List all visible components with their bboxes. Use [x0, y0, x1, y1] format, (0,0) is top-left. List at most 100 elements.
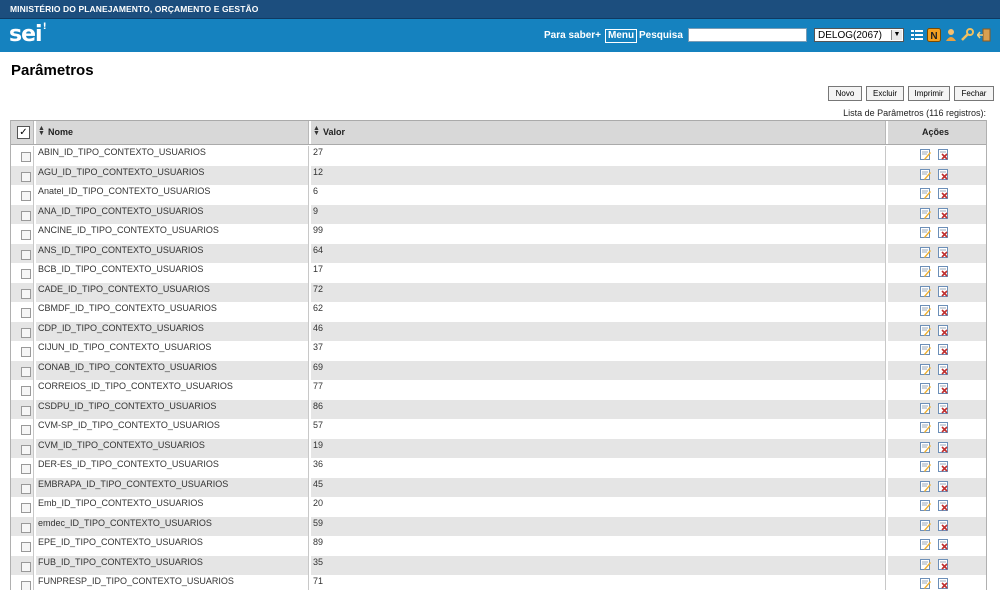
top-navbar: sei! Para saber+ Menu Pesquisa DELOG(206…: [0, 19, 1000, 52]
delete-icon[interactable]: [938, 363, 949, 375]
edit-icon[interactable]: [920, 168, 931, 180]
row-checkbox[interactable]: [21, 152, 31, 162]
edit-icon[interactable]: [920, 539, 931, 550]
edit-icon[interactable]: [920, 461, 931, 472]
delete-icon[interactable]: [938, 441, 949, 453]
row-checkbox[interactable]: [21, 386, 31, 396]
delete-icon[interactable]: [938, 207, 949, 219]
delete-icon[interactable]: [938, 149, 949, 160]
delete-icon[interactable]: [938, 422, 949, 433]
row-checkbox[interactable]: [21, 269, 31, 279]
edit-icon[interactable]: [920, 324, 931, 336]
delete-icon[interactable]: [938, 285, 949, 297]
delete-icon[interactable]: [938, 305, 949, 316]
wrench-icon[interactable]: [960, 28, 974, 42]
edit-icon[interactable]: [920, 383, 931, 394]
menu-button[interactable]: Menu: [605, 29, 638, 43]
row-checkbox[interactable]: [21, 210, 31, 221]
row-checkbox[interactable]: [21, 249, 31, 260]
exit-icon[interactable]: [977, 28, 991, 42]
row-checkbox[interactable]: [21, 288, 31, 299]
parameter-name: BCB_ID_TIPO_CONTEXTO_USUARIOS: [38, 264, 204, 274]
parameter-value: 20: [313, 498, 324, 508]
delete-icon[interactable]: [938, 227, 949, 238]
edit-icon[interactable]: [920, 246, 931, 258]
sort-value-icon[interactable]: ▲ ▼: [313, 125, 320, 137]
n-icon[interactable]: N: [927, 28, 941, 42]
select-all-checkbox[interactable]: ✓: [17, 126, 30, 139]
delete-icon[interactable]: [938, 188, 949, 199]
delete-icon[interactable]: [938, 168, 949, 180]
edit-icon[interactable]: [920, 441, 931, 453]
delete-icon[interactable]: [938, 266, 949, 277]
print-button[interactable]: Imprimir: [908, 86, 950, 101]
row-checkbox[interactable]: [21, 366, 31, 377]
row-checkbox[interactable]: [21, 581, 31, 590]
row-checkbox[interactable]: [21, 327, 31, 338]
delete-icon[interactable]: [938, 480, 949, 492]
row-checkbox[interactable]: [21, 464, 31, 474]
delete-icon[interactable]: [938, 344, 949, 355]
row-checkbox[interactable]: [21, 171, 31, 182]
parameter-name: CVM_ID_TIPO_CONTEXTO_USUARIOS: [38, 439, 205, 450]
unit-select[interactable]: DELOG(2067) ▼: [814, 28, 904, 42]
user-icon[interactable]: [944, 28, 958, 42]
delete-button[interactable]: Excluir: [866, 86, 904, 101]
delete-icon[interactable]: [938, 500, 949, 511]
edit-icon[interactable]: [920, 344, 931, 355]
svg-text:N: N: [930, 31, 937, 42]
edit-icon[interactable]: [920, 227, 931, 238]
search-input[interactable]: [688, 28, 807, 42]
parameter-name: ANCINE_ID_TIPO_CONTEXTO_USUARIOS: [38, 225, 219, 235]
delete-icon[interactable]: [938, 246, 949, 258]
edit-icon[interactable]: [920, 480, 931, 492]
row-checkbox[interactable]: [21, 230, 31, 240]
row-checkbox[interactable]: [21, 347, 31, 357]
edit-icon[interactable]: [920, 305, 931, 316]
edit-icon[interactable]: [920, 149, 931, 160]
edit-icon[interactable]: [920, 500, 931, 511]
parameter-name: Anatel_ID_TIPO_CONTEXTO_USUARIOS: [38, 186, 211, 196]
unit-select-value: DELOG(2067): [818, 30, 882, 41]
edit-icon[interactable]: [920, 266, 931, 277]
row-checkbox[interactable]: [21, 444, 31, 455]
edit-icon[interactable]: [920, 363, 931, 375]
parameter-value: 12: [313, 166, 324, 177]
grid-icon[interactable]: [910, 28, 924, 42]
delete-icon[interactable]: [938, 324, 949, 336]
row-checkbox[interactable]: [21, 405, 31, 416]
edit-icon[interactable]: [920, 422, 931, 433]
row-checkbox[interactable]: [21, 522, 31, 533]
table-row: CIJUN_ID_TIPO_CONTEXTO_USUARIOS 37: [11, 341, 986, 362]
parameter-value: 9: [313, 205, 319, 216]
row-checkbox[interactable]: [21, 425, 31, 435]
parameter-name: CIJUN_ID_TIPO_CONTEXTO_USUARIOS: [38, 342, 212, 352]
delete-icon[interactable]: [938, 383, 949, 394]
delete-icon[interactable]: [938, 558, 949, 570]
row-checkbox[interactable]: [21, 308, 31, 318]
table-row: ANA_ID_TIPO_CONTEXTO_USUARIOS 9: [11, 204, 986, 225]
help-link[interactable]: Para saber+: [544, 30, 601, 41]
row-checkbox[interactable]: [21, 561, 31, 572]
delete-icon[interactable]: [938, 461, 949, 472]
close-button[interactable]: Fechar: [954, 86, 994, 101]
edit-icon[interactable]: [920, 207, 931, 219]
new-button[interactable]: Novo: [828, 86, 862, 101]
edit-icon[interactable]: [920, 558, 931, 570]
header-name[interactable]: Nome: [48, 127, 73, 137]
edit-icon[interactable]: [920, 402, 931, 414]
row-checkbox[interactable]: [21, 503, 31, 513]
sort-name-icon[interactable]: ▲ ▼: [38, 125, 45, 137]
edit-icon[interactable]: [920, 519, 931, 531]
edit-icon[interactable]: [920, 188, 931, 199]
delete-icon[interactable]: [938, 519, 949, 531]
row-checkbox[interactable]: [21, 191, 31, 201]
sei-logo[interactable]: sei!: [9, 22, 47, 47]
edit-icon[interactable]: [920, 285, 931, 297]
delete-icon[interactable]: [938, 539, 949, 550]
table-row: EMBRAPA_ID_TIPO_CONTEXTO_USUARIOS 45: [11, 477, 986, 498]
row-checkbox[interactable]: [21, 542, 31, 552]
header-value[interactable]: Valor: [323, 127, 345, 137]
delete-icon[interactable]: [938, 402, 949, 414]
row-checkbox[interactable]: [21, 483, 31, 494]
